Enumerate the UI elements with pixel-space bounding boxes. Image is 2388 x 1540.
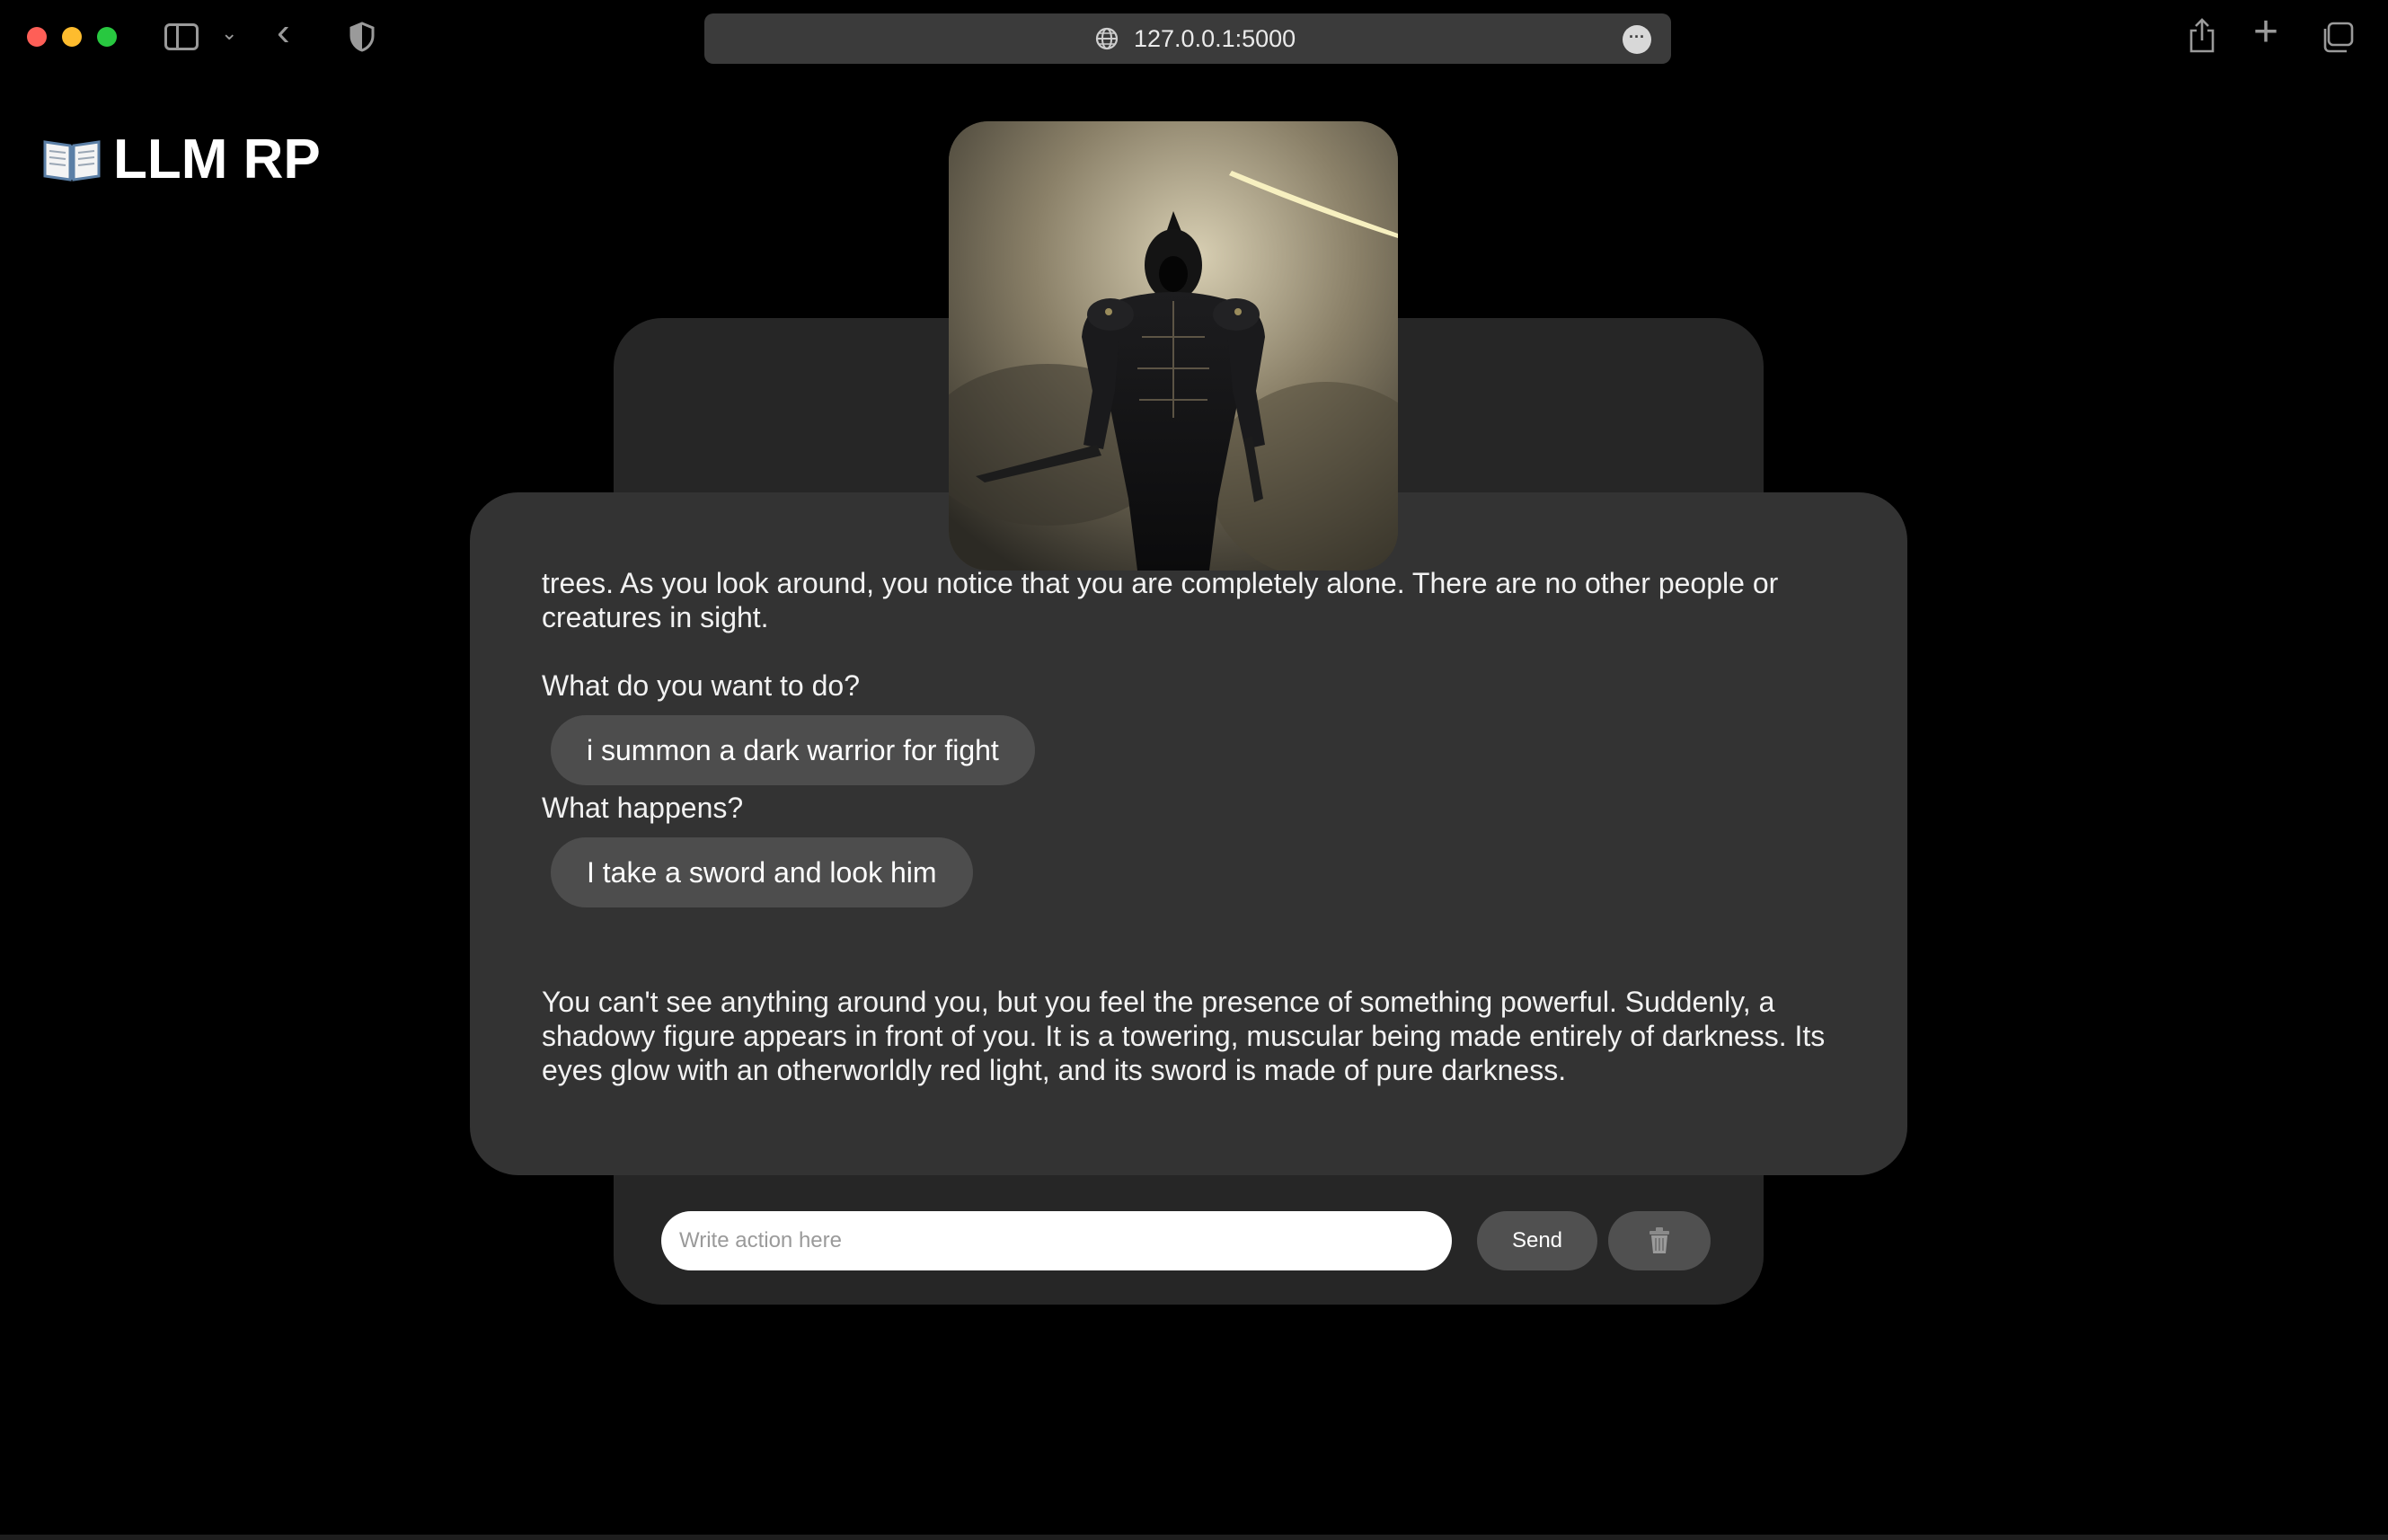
privacy-shield-icon[interactable]: [349, 22, 376, 57]
globe-icon: [1094, 26, 1119, 56]
story-card: trees. As you look around, you notice th…: [470, 492, 1907, 1175]
url-text[interactable]: 127.0.0.1:5000: [1134, 25, 1296, 53]
share-icon[interactable]: [2188, 18, 2216, 58]
chevron-down-icon[interactable]: ⌄: [221, 22, 237, 45]
dark-warrior-portrait: [949, 121, 1398, 571]
narrator-message: What do you want to do?: [542, 669, 860, 702]
trash-icon: [1608, 1226, 1711, 1255]
sidebar-toggle-icon[interactable]: [164, 23, 199, 50]
send-button[interactable]: Send: [1477, 1211, 1597, 1270]
app-title: LLM RP: [113, 128, 321, 190]
close-window-button[interactable]: [27, 27, 47, 47]
user-action-bubble: i summon a dark warrior for fight: [551, 715, 1035, 785]
open-book-icon: [43, 137, 101, 186]
browser-toolbar: ⌄ ‹ 127.0.0.1:5000 ··· +: [0, 0, 2388, 75]
new-tab-icon[interactable]: +: [2253, 11, 2278, 54]
user-action-bubble: I take a sword and look him: [551, 837, 973, 907]
more-options-icon[interactable]: ···: [1623, 25, 1651, 54]
narrator-message: trees. As you look around, you notice th…: [542, 567, 1779, 633]
tab-overview-icon[interactable]: [2320, 22, 2354, 58]
clear-button[interactable]: [1608, 1211, 1711, 1270]
action-input[interactable]: [661, 1211, 1452, 1270]
zoom-window-button[interactable]: [97, 27, 117, 47]
window-bottom-edge: [0, 1535, 2388, 1540]
narrator-message: You can't see anything around you, but y…: [542, 986, 1826, 1086]
minimize-window-button[interactable]: [62, 27, 82, 47]
narrator-message: What happens?: [542, 792, 744, 824]
back-arrow-icon[interactable]: ‹: [277, 13, 290, 52]
address-bar[interactable]: 127.0.0.1:5000 ···: [704, 13, 1671, 64]
